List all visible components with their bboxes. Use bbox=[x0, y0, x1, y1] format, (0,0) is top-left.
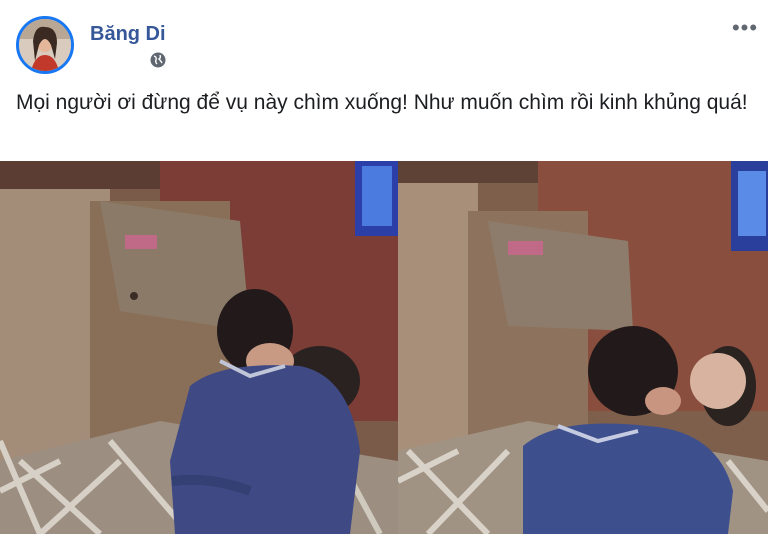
author-name[interactable]: Băng Di bbox=[90, 23, 166, 46]
post-header: Băng Di ••• bbox=[0, 0, 768, 80]
author-avatar[interactable] bbox=[16, 16, 74, 74]
avatar-photo bbox=[19, 19, 71, 71]
cctv-frame-2[interactable] bbox=[398, 161, 768, 534]
post-text: Mọi người ơi đừng để vụ này chìm xuống! … bbox=[16, 91, 748, 114]
globe-icon[interactable] bbox=[149, 51, 167, 69]
post-media[interactable] bbox=[0, 161, 768, 534]
cctv-frame-1[interactable] bbox=[0, 161, 398, 534]
more-options-icon[interactable]: ••• bbox=[730, 17, 760, 39]
